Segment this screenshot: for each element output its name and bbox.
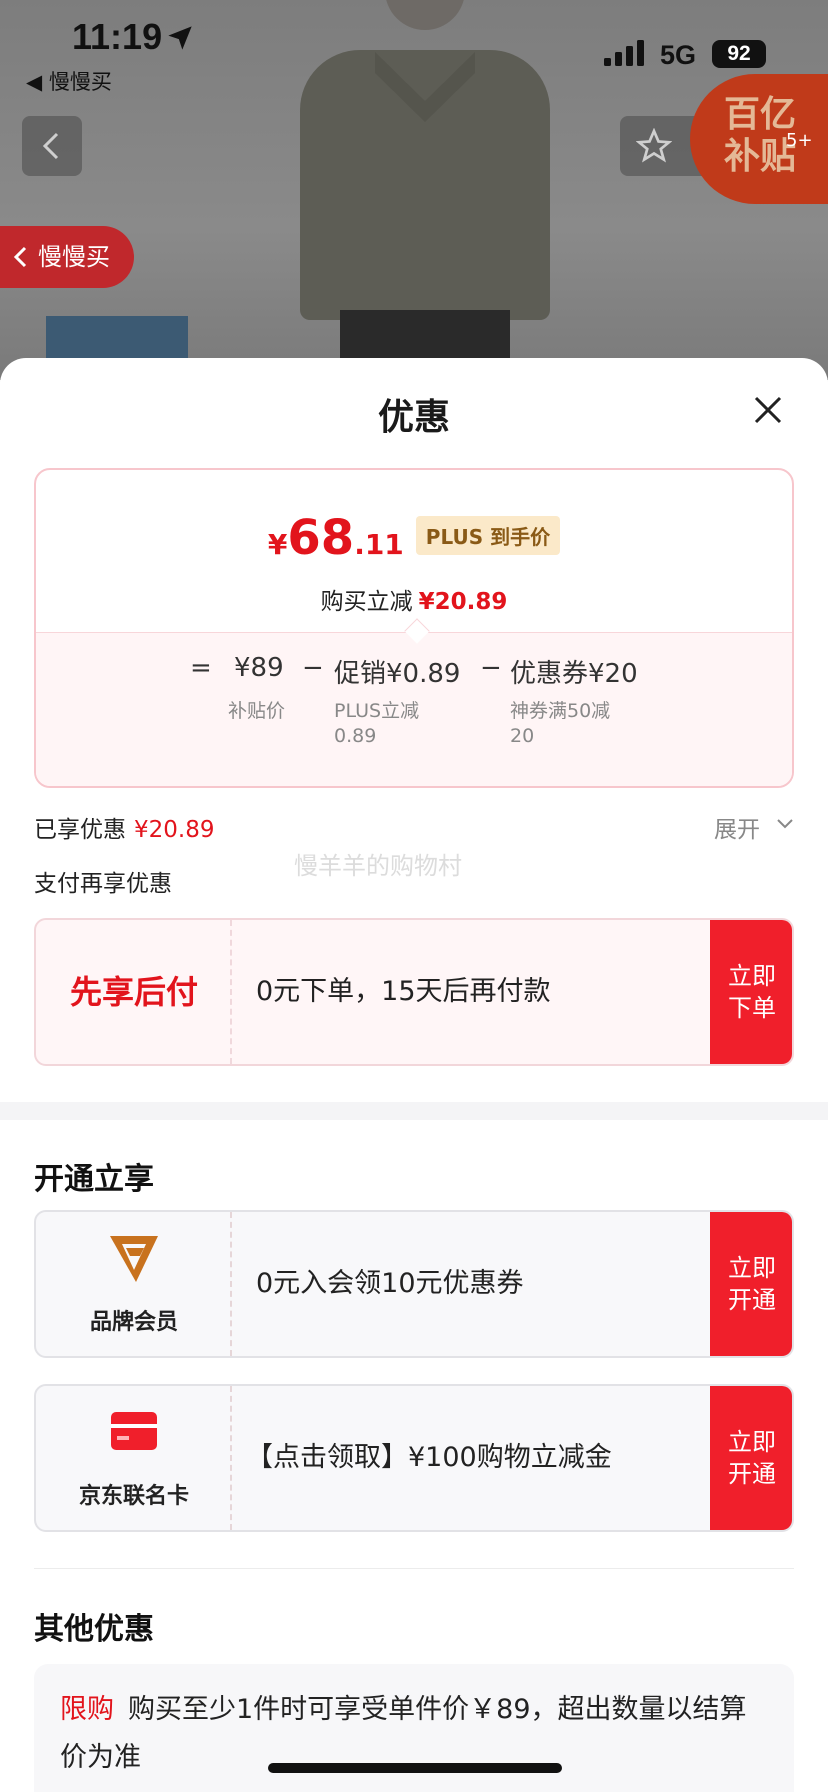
battery-indicator: 92 xyxy=(712,40,766,68)
formula-equals: = xyxy=(190,653,212,683)
home-indicator[interactable] xyxy=(268,1763,562,1773)
price-formula: = ¥89 补贴价 − 促销¥0.89 PLUS立减 0.89 − 优惠券¥20… xyxy=(36,632,792,786)
pay-later-label: 先享后付 xyxy=(69,973,198,1011)
watermark: 慢羊羊的购物村 xyxy=(294,852,462,880)
product-page-backdrop: 11:19 ◀ 慢慢买 5G 92 百亿 补贴 5+ 慢慢买 xyxy=(0,0,828,380)
star-icon xyxy=(636,128,672,163)
page-back-button[interactable] xyxy=(22,116,82,176)
pay-more-label: 支付再享优惠 xyxy=(34,871,172,897)
co-card-label: 京东联名卡 xyxy=(78,1484,189,1509)
enjoyed-value: ¥20.89 xyxy=(134,817,215,843)
enjoyed-discount: 已享优惠 ¥20.89 xyxy=(34,810,214,844)
back-pill-label: 慢慢买 xyxy=(38,243,110,271)
status-time: 11:19 xyxy=(72,16,163,57)
formula-promo-value: 促销¥0.89 xyxy=(334,659,461,689)
divider xyxy=(34,1568,794,1569)
co-branded-card-offer[interactable]: 京东联名卡 【点击领取】¥100购物立减金 立即 开通 xyxy=(34,1384,794,1532)
reduction-value: ¥20.89 xyxy=(418,589,508,615)
pay-later-desc: 0元下单，15天后再付款 xyxy=(256,976,551,1007)
open-member-button[interactable]: 立即 开通 xyxy=(710,1212,792,1356)
final-price: ¥68.11 PLUS 到手价 xyxy=(36,510,792,566)
back-to-app-link[interactable]: ◀ 慢慢买 xyxy=(26,66,112,96)
price-decimal: .11 xyxy=(354,528,404,561)
chevron-down-icon xyxy=(777,819,793,829)
price-integer: 68 xyxy=(287,510,355,566)
status-bar: 11:19 ◀ 慢慢买 5G 92 xyxy=(0,0,828,94)
chevron-left-icon xyxy=(42,132,59,160)
credit-card-icon xyxy=(111,1412,157,1450)
pay-later-left: 先享后付 xyxy=(36,920,232,1064)
limit-tag: 限购 xyxy=(60,1694,114,1725)
formula-base-label: 补贴价 xyxy=(228,700,286,722)
section-gap xyxy=(0,1102,828,1120)
subsidy-badge[interactable]: 百亿 补贴 5+ xyxy=(690,74,828,204)
enjoyed-label: 已享优惠 xyxy=(34,817,126,843)
brand-member-left: 品牌会员 xyxy=(36,1212,232,1356)
limit-text: 购买至少1件时可享受单件价￥89，超出数量以结算价为准 xyxy=(60,1694,747,1773)
discount-bottom-sheet: 优惠 ¥68.11 PLUS 到手价 购买立减 ¥20.89 = ¥89 补贴价 −… xyxy=(0,358,828,1792)
formula-coupon-label: 神券满50减 20 xyxy=(510,700,611,747)
formula-minus-2: − xyxy=(480,653,502,683)
reduction-label: 购买立减 xyxy=(320,589,413,615)
order-now-button[interactable]: 立即 下单 xyxy=(710,920,792,1064)
back-to-manmanmai-pill[interactable]: 慢慢买 xyxy=(0,226,134,288)
co-card-desc: 【点击领取】¥100购物立减金 xyxy=(246,1442,612,1473)
formula-coupon-value: 优惠券¥20 xyxy=(510,659,638,689)
expand-label: 展开 xyxy=(714,817,760,843)
price-summary-card: ¥68.11 PLUS 到手价 购买立减 ¥20.89 = ¥89 补贴价 − 促销… xyxy=(34,468,794,788)
co-card-left: 京东联名卡 xyxy=(36,1386,232,1530)
pay-later-offer[interactable]: 先享后付 0元下单，15天后再付款 立即 下单 xyxy=(34,918,794,1066)
brand-member-offer[interactable]: 品牌会员 0元入会领10元优惠券 立即 开通 xyxy=(34,1210,794,1358)
close-icon[interactable] xyxy=(752,394,784,426)
purchase-reduction: 购买立减 ¥20.89 xyxy=(36,582,792,616)
brand-member-desc: 0元入会领10元优惠券 xyxy=(256,1268,524,1299)
other-section-title: 其他优惠 xyxy=(34,1612,154,1647)
expand-toggle[interactable]: 展开 xyxy=(714,810,793,844)
formula-base-value: ¥89 xyxy=(234,653,284,683)
cellular-signal-icon xyxy=(604,40,644,66)
sheet-title: 优惠 xyxy=(377,397,450,438)
formula-minus-1: − xyxy=(302,653,324,683)
formula-promo-label: PLUS立减 0.89 xyxy=(334,700,420,747)
open-card-button[interactable]: 立即 开通 xyxy=(710,1386,792,1530)
location-arrow-icon xyxy=(168,26,192,50)
brand-member-label: 品牌会员 xyxy=(89,1310,178,1335)
plus-price-tag: PLUS 到手价 xyxy=(415,516,561,555)
brand-logo-icon xyxy=(110,1236,158,1282)
subsidy-count: 5+ xyxy=(786,130,813,151)
price-currency: ¥ xyxy=(267,528,288,561)
network-type: 5G xyxy=(660,40,697,70)
chevron-left-icon xyxy=(13,246,27,268)
open-section-title: 开通立享 xyxy=(34,1162,154,1197)
